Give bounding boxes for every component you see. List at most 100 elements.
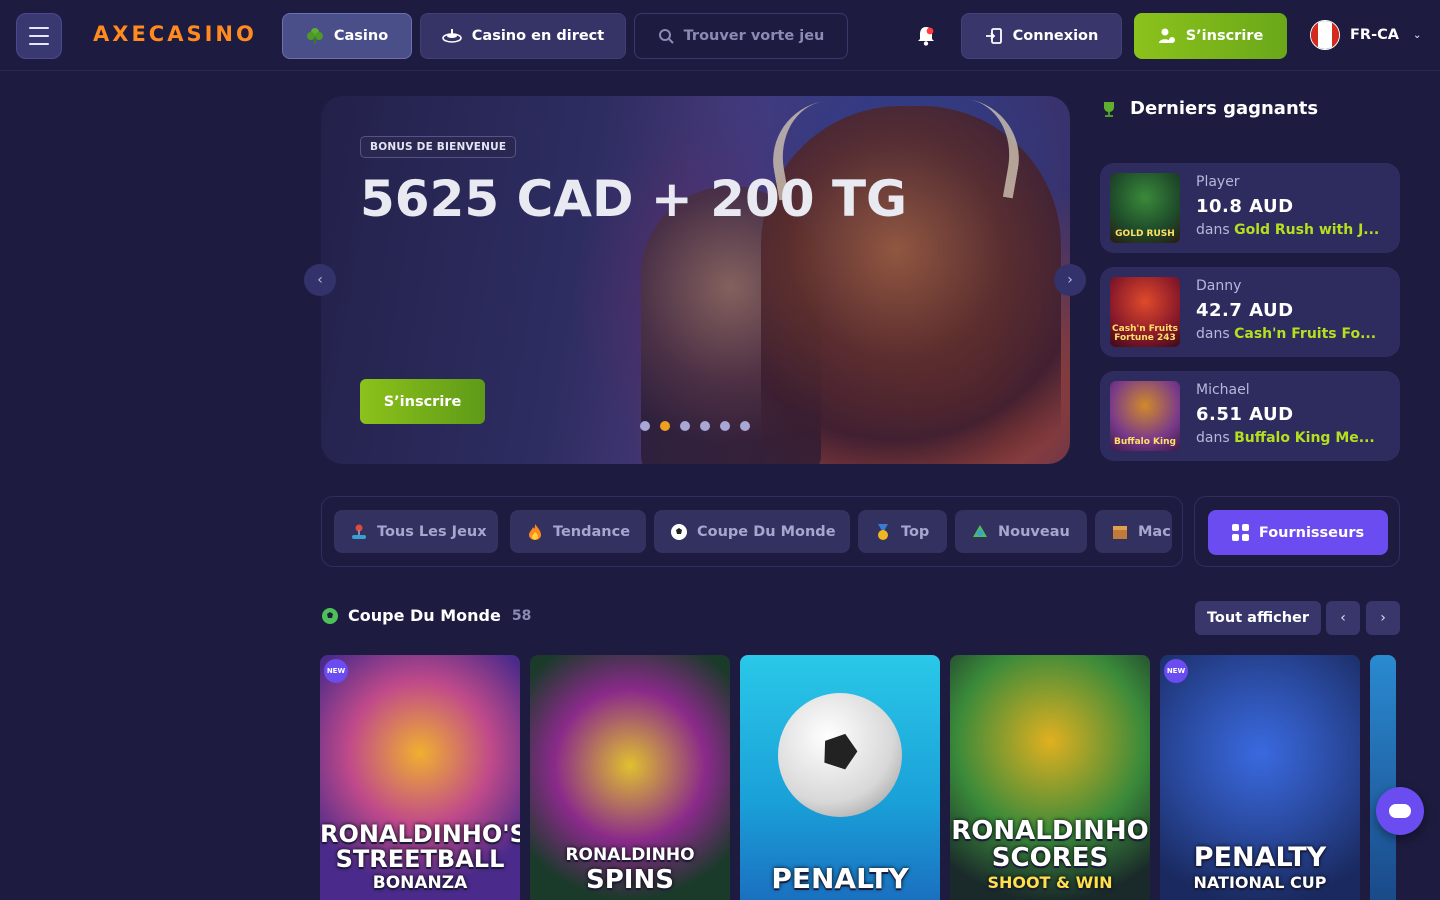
game-card[interactable]: RONALDINHO SPINS xyxy=(530,655,730,900)
joystick-icon xyxy=(352,524,366,539)
signup-button[interactable]: S’inscrire xyxy=(1134,13,1287,59)
search-icon xyxy=(658,29,674,44)
hamburger-menu-button[interactable] xyxy=(16,13,62,59)
game-card[interactable]: RONALDINHO SCORES SHOOT & WIN xyxy=(950,655,1150,900)
nav-live-label: Casino en direct xyxy=(471,28,605,44)
section-heading: Coupe Du Monde 58 xyxy=(321,606,531,625)
category-mac[interactable]: Mac xyxy=(1095,510,1172,553)
nav-live-casino-button[interactable]: Casino en direct xyxy=(420,13,626,59)
carousel-dot[interactable] xyxy=(740,421,750,431)
winner-card[interactable]: GOLD RUSH Player 10.8 AUD dans Gold Rush… xyxy=(1100,163,1400,253)
game-title-line: SCORES xyxy=(991,843,1109,873)
category-world-cup[interactable]: Coupe Du Monde xyxy=(654,510,850,553)
clover-icon xyxy=(306,28,323,44)
winner-amount: 42.7 AUD xyxy=(1196,300,1294,321)
games-prev-button[interactable]: ‹ xyxy=(1326,601,1360,635)
winner-card[interactable]: Cash'n Fruits Fortune 243 Danny 42.7 AUD… xyxy=(1100,267,1400,357)
search-placeholder: Trouver vorte jeu xyxy=(683,28,825,44)
category-bar: Tous Les Jeux Tendance Coupe Du Monde To… xyxy=(321,496,1183,567)
game-title-line: SHOOT & WIN xyxy=(987,873,1113,892)
category-all-games[interactable]: Tous Les Jeux xyxy=(334,510,498,553)
winner-game-link[interactable]: Gold Rush with J... xyxy=(1234,222,1379,238)
winner-game-link[interactable]: Cash'n Fruits Fo... xyxy=(1234,326,1376,342)
roulette-icon xyxy=(441,29,462,43)
game-title-line: SPINS xyxy=(586,865,674,895)
nav-casino-button[interactable]: Casino xyxy=(282,13,412,59)
game-title-line: RONALDINHO xyxy=(951,816,1149,846)
signup-label: S’inscrire xyxy=(1185,28,1264,44)
section-count: 58 xyxy=(511,607,532,624)
add-user-icon xyxy=(1158,28,1175,43)
latest-winners-title: Derniers gagnants xyxy=(1130,98,1319,119)
live-chat-button[interactable] xyxy=(1376,787,1424,835)
game-title-line: BONANZA xyxy=(372,873,468,893)
carousel-next-button[interactable]: › xyxy=(1054,264,1086,296)
menu-icon-bar xyxy=(29,27,49,29)
providers-button[interactable]: Fournisseurs xyxy=(1208,510,1388,555)
carousel-dot[interactable] xyxy=(700,421,710,431)
carousel-dot[interactable] xyxy=(680,421,690,431)
chat-icon xyxy=(1389,804,1411,818)
latest-winners-heading: Derniers gagnants xyxy=(1100,98,1318,119)
category-top[interactable]: Top xyxy=(858,510,947,553)
medal-icon xyxy=(878,523,888,540)
language-label: FR-CA xyxy=(1350,27,1399,43)
winner-name: Michael xyxy=(1196,382,1250,398)
site-logo[interactable]: AXECASINO xyxy=(93,22,257,48)
carousel-dot[interactable] xyxy=(640,421,650,431)
trophy-icon xyxy=(1104,101,1114,117)
game-title-line: RONALDINHO'S xyxy=(320,820,520,848)
category-label: Coupe Du Monde xyxy=(697,523,836,540)
category-label: Top xyxy=(901,523,930,540)
winner-game-prefix: dans xyxy=(1196,430,1230,446)
category-label: Tous Les Jeux xyxy=(377,523,487,540)
carousel-prev-button[interactable]: ‹ xyxy=(304,264,336,296)
promo-banner[interactable]: BONUS DE BIENVENUE 5625 CAD + 200 TG S’i… xyxy=(321,96,1070,464)
hero-signup-button[interactable]: S’inscrire xyxy=(360,379,485,424)
soccer-ball-illustration xyxy=(778,693,902,817)
category-trending[interactable]: Tendance xyxy=(510,510,646,553)
game-title: PENALTY NATIONAL CUP xyxy=(1160,844,1360,894)
show-all-button[interactable]: Tout afficher xyxy=(1195,601,1321,635)
new-badge: NEW xyxy=(324,659,348,683)
login-button[interactable]: Connexion xyxy=(961,13,1122,59)
new-icon xyxy=(973,524,987,537)
login-label: Connexion xyxy=(1012,28,1099,44)
login-icon xyxy=(985,28,1002,44)
carousel-dot-active[interactable] xyxy=(660,421,670,431)
winner-card[interactable]: Buffalo King Michael 6.51 AUD dans Buffa… xyxy=(1100,371,1400,461)
language-selector[interactable]: FR-CA ⌄ xyxy=(1310,20,1421,50)
winner-game-prefix: dans xyxy=(1196,326,1230,342)
game-card-partial[interactable] xyxy=(1370,655,1396,900)
game-title-line: NATIONAL CUP xyxy=(1193,873,1327,892)
game-title-line: RONALDINHO xyxy=(565,845,695,865)
game-thumbnail: GOLD RUSH xyxy=(1110,173,1180,243)
notification-bell-icon[interactable] xyxy=(916,25,936,47)
section-title: Coupe Du Monde xyxy=(348,606,501,625)
winner-game-link[interactable]: Buffalo King Me... xyxy=(1234,430,1375,446)
winner-name: Player xyxy=(1196,174,1240,190)
game-search-input[interactable]: Trouver vorte jeu xyxy=(634,13,848,59)
bonus-title: 5625 CAD + 200 TG xyxy=(360,170,908,228)
providers-label: Fournisseurs xyxy=(1258,524,1365,541)
box-icon xyxy=(1113,525,1127,539)
winner-amount: 6.51 AUD xyxy=(1196,404,1294,425)
game-title: RONALDINHO'S STREETBALL BONANZA xyxy=(320,822,520,894)
menu-icon-bar xyxy=(29,35,49,37)
providers-container: Fournisseurs xyxy=(1194,496,1400,567)
games-next-button[interactable]: › xyxy=(1366,601,1400,635)
nav-casino-label: Casino xyxy=(333,28,389,44)
soccer-ball-icon xyxy=(671,523,687,540)
category-label: Nouveau xyxy=(998,523,1070,540)
bonus-badge: BONUS DE BIENVENUE xyxy=(360,136,517,158)
carousel-dots xyxy=(640,421,750,431)
game-card[interactable]: PENALTY xyxy=(740,655,940,900)
game-card[interactable]: NEW RONALDINHO'S STREETBALL BONANZA xyxy=(320,655,520,900)
canada-flag-icon xyxy=(1310,20,1340,50)
carousel-dot[interactable] xyxy=(720,421,730,431)
game-card[interactable]: NEW PENALTY NATIONAL CUP xyxy=(1160,655,1360,900)
winner-amount: 10.8 AUD xyxy=(1196,196,1294,217)
category-new[interactable]: Nouveau xyxy=(955,510,1087,553)
category-label: Mac xyxy=(1138,523,1171,540)
winner-game-prefix: dans xyxy=(1196,222,1230,238)
